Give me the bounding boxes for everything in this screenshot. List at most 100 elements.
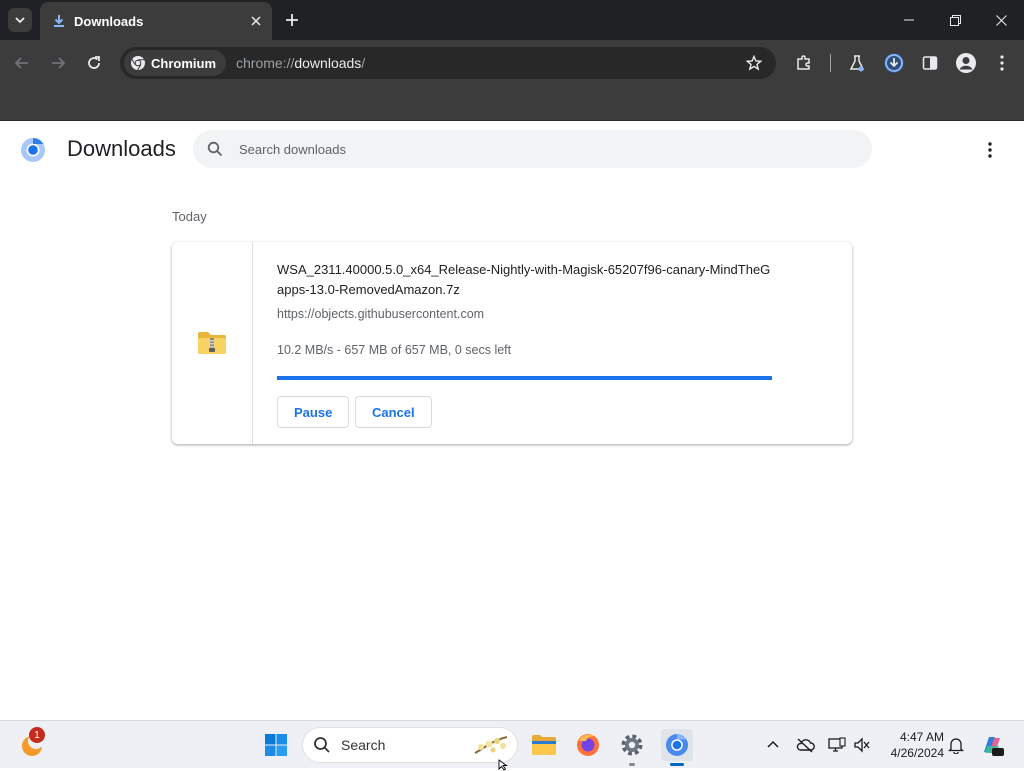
file-name-link[interactable]: WSA_2311.40000.5.0_x64_Release-Nightly-w… bbox=[277, 260, 777, 300]
windows-logo-icon bbox=[265, 734, 287, 756]
chromium-icon bbox=[666, 734, 688, 756]
profile-button[interactable] bbox=[952, 49, 980, 77]
folder-icon bbox=[532, 735, 556, 755]
file-explorer-button[interactable] bbox=[528, 729, 560, 761]
chevron-up-icon bbox=[767, 740, 779, 748]
download-progress-icon bbox=[884, 53, 904, 73]
chromium-taskbar-button[interactable] bbox=[661, 729, 693, 761]
active-tab[interactable]: Downloads bbox=[40, 2, 272, 40]
chip-label: Chromium bbox=[151, 55, 216, 71]
file-icon-column bbox=[172, 242, 253, 444]
search-downloads-box[interactable] bbox=[193, 130, 872, 168]
tab-search-button[interactable] bbox=[8, 8, 32, 32]
taskbar: 1 Search 4:47 AM 4/26/2024 bbox=[0, 720, 1024, 768]
chromium-icon bbox=[131, 56, 145, 71]
bell-icon bbox=[948, 738, 964, 754]
star-icon bbox=[746, 55, 762, 71]
chrome-logo-icon bbox=[21, 138, 45, 162]
extensions-button[interactable] bbox=[790, 49, 818, 77]
downloads-page: Downloads Today WSA_2311.40000.5.0_ bbox=[0, 121, 1024, 720]
toolbar-separator bbox=[830, 54, 831, 72]
site-info-chip[interactable]: Chromium bbox=[124, 50, 226, 76]
volume-tray-icon[interactable] bbox=[850, 733, 874, 757]
cancel-button[interactable]: Cancel bbox=[355, 396, 432, 428]
bookmark-bar bbox=[0, 86, 1024, 121]
search-icon bbox=[314, 737, 330, 753]
copilot-icon bbox=[984, 737, 1004, 756]
firefox-button[interactable] bbox=[572, 729, 604, 761]
page-title: Downloads bbox=[67, 136, 176, 161]
search-icon bbox=[205, 139, 225, 159]
display-tray-icon[interactable] bbox=[825, 733, 849, 757]
download-icon bbox=[54, 15, 64, 27]
labs-button[interactable] bbox=[843, 49, 871, 77]
tab-close-button[interactable] bbox=[244, 9, 268, 33]
settings-app-button[interactable] bbox=[616, 729, 648, 761]
new-tab-button[interactable] bbox=[280, 8, 304, 32]
side-panel-icon bbox=[922, 56, 938, 70]
minimize-icon bbox=[904, 19, 914, 21]
active-app-indicator bbox=[670, 763, 684, 766]
clock-time: 4:47 AM bbox=[899, 730, 944, 744]
restore-button[interactable] bbox=[941, 6, 969, 34]
reload-icon bbox=[88, 56, 100, 69]
bookmark-star-button[interactable] bbox=[742, 51, 766, 75]
monitor-icon bbox=[828, 737, 846, 752]
downloads-toolbar-button[interactable] bbox=[880, 49, 908, 77]
system-clock[interactable]: 4:47 AM 4/26/2024 bbox=[880, 729, 944, 761]
speaker-muted-icon bbox=[854, 737, 870, 753]
search-input[interactable] bbox=[239, 141, 839, 157]
forward-button[interactable] bbox=[44, 49, 72, 77]
progress-bar-fill bbox=[277, 376, 772, 380]
download-status: 10.2 MB/s - 657 MB of 657 MB, 0 secs lef… bbox=[277, 343, 512, 357]
minimize-button[interactable] bbox=[895, 6, 923, 34]
taskbar-search-box[interactable]: Search bbox=[302, 727, 518, 763]
onedrive-tray-icon[interactable] bbox=[793, 733, 817, 757]
reload-button[interactable] bbox=[80, 49, 108, 77]
plus-icon bbox=[286, 14, 298, 26]
source-url-link[interactable]: https://objects.githubusercontent.com bbox=[277, 307, 484, 321]
running-indicator bbox=[629, 763, 635, 766]
copilot-button[interactable] bbox=[976, 729, 1008, 761]
more-vert-icon bbox=[988, 142, 992, 158]
url-text[interactable]: chrome://downloads/ bbox=[236, 55, 365, 71]
notifications-button[interactable] bbox=[944, 733, 968, 757]
close-icon bbox=[995, 14, 1007, 26]
taskbar-search-label: Search bbox=[341, 737, 386, 753]
cloud-offline-icon bbox=[796, 738, 815, 753]
flask-icon bbox=[849, 55, 865, 72]
notification-badge: 1 bbox=[29, 727, 45, 743]
close-icon bbox=[251, 16, 261, 26]
show-hidden-icons-button[interactable] bbox=[761, 733, 785, 757]
clock-date: 4/26/2024 bbox=[890, 746, 944, 760]
download-item: WSA_2311.40000.5.0_x64_Release-Nightly-w… bbox=[172, 242, 852, 444]
arrow-right-icon bbox=[52, 57, 66, 69]
start-button[interactable] bbox=[260, 729, 292, 761]
mouse-cursor-icon bbox=[498, 759, 508, 771]
pause-button[interactable]: Pause bbox=[277, 396, 350, 428]
firefox-icon bbox=[577, 734, 599, 756]
date-header: Today bbox=[172, 209, 207, 224]
url-host: downloads bbox=[294, 55, 362, 71]
restore-icon bbox=[949, 14, 961, 26]
avatar-icon bbox=[956, 53, 976, 73]
back-button[interactable] bbox=[8, 49, 36, 77]
tab-title: Downloads bbox=[74, 13, 144, 29]
more-vert-icon bbox=[1000, 55, 1004, 71]
browser-menu-button[interactable] bbox=[988, 49, 1016, 77]
page-menu-button[interactable] bbox=[977, 137, 1003, 163]
browser-toolbar: Chromium chrome://downloads/ bbox=[0, 40, 1024, 86]
side-panel-button[interactable] bbox=[916, 49, 944, 77]
arrow-left-icon bbox=[14, 57, 28, 69]
gear-icon bbox=[621, 734, 643, 756]
tab-strip: Downloads bbox=[0, 0, 1024, 40]
progress-bar bbox=[277, 376, 772, 380]
zip-folder-icon bbox=[198, 332, 226, 354]
puzzle-icon bbox=[797, 55, 810, 70]
search-highlight-icon bbox=[474, 736, 508, 754]
chevron-down-icon bbox=[15, 17, 25, 24]
close-window-button[interactable] bbox=[987, 6, 1015, 34]
page-header: Downloads bbox=[0, 121, 1024, 177]
omnibox[interactable]: Chromium chrome://downloads/ bbox=[120, 47, 776, 79]
url-scheme: chrome:// bbox=[236, 55, 295, 71]
